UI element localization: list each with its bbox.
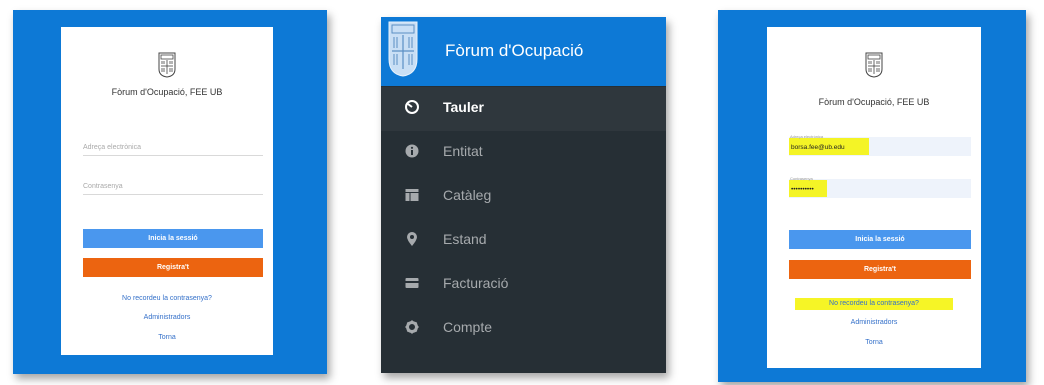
credit-card-icon [405,275,419,291]
university-logo-icon [388,21,418,82]
map-marker-icon [405,231,419,247]
sidebar-item-label: Estand [443,231,487,247]
brand-name: Fòrum d'Ocupació, FEE UB [818,97,930,107]
sidebar: Fòrum d'Ocupació Tauler Entitat Catàleg … [381,17,666,373]
university-logo-icon [158,52,176,78]
login-screen-filled: Fòrum d'Ocupació, FEE UB Adreça electròn… [718,10,1026,382]
login-button[interactable]: Inicia la sessió [789,230,971,249]
catalog-icon [405,187,419,203]
email-value: borsa.fee@ub.edu [791,144,845,151]
administrators-link[interactable]: Administradors [767,319,981,326]
password-placeholder: Contrasenya [83,183,123,190]
email-label: Adreça electrònica [790,134,824,139]
administrators-link[interactable]: Administradors [61,314,273,321]
sidebar-item-label: Entitat [443,143,483,159]
login-card: Fòrum d'Ocupació, FEE UB Adreça electròn… [767,27,981,368]
brand-name: Fòrum d'Ocupació, FEE UB [111,87,223,97]
email-placeholder: Adreça electrònica [83,144,141,151]
university-logo-icon [865,52,883,78]
password-label: Contrasenya [790,176,813,181]
forgot-password-link[interactable]: No recordeu la contrasenya? [767,300,981,307]
sidebar-item-facturacio[interactable]: Facturació [381,263,666,307]
sidebar-item-label: Compte [443,319,493,335]
info-icon [405,143,419,159]
forgot-password-link[interactable]: No recordeu la contrasenya? [61,295,273,302]
email-input[interactable]: Adreça electrònica borsa.fee@ub.edu [789,134,971,156]
sidebar-title: Fòrum d'Ocupació [445,41,584,60]
sidebar-item-entitat[interactable]: Entitat [381,131,666,175]
email-input[interactable]: Adreça electrònica [83,144,263,156]
sidebar-item-label: Tauler [443,99,484,115]
password-input[interactable]: Contrasenya [83,183,263,195]
sidebar-item-estand[interactable]: Estand [381,219,666,263]
register-button[interactable]: Registra't [789,260,971,279]
sidebar-item-label: Facturació [443,275,509,291]
password-input[interactable]: Contrasenya •••••••••• [789,176,971,198]
dashboard-icon [405,99,419,115]
sidebar-item-cataleg[interactable]: Catàleg [381,175,666,219]
login-button[interactable]: Inicia la sessió [83,229,263,248]
sidebar-item-label: Catàleg [443,187,492,203]
sidebar-item-tauler[interactable]: Tauler [381,87,666,131]
gear-icon [405,319,419,335]
register-button[interactable]: Registra't [83,258,263,277]
sidebar-header: Fòrum d'Ocupació [381,17,666,86]
login-card: Fòrum d'Ocupació, FEE UB Adreça electròn… [61,27,273,355]
sidebar-item-compte[interactable]: Compte [381,307,666,351]
login-screen-empty: Fòrum d'Ocupació, FEE UB Adreça electròn… [13,10,327,374]
back-link[interactable]: Torna [767,339,981,346]
back-link[interactable]: Torna [61,334,273,341]
password-value: •••••••••• [791,186,814,193]
